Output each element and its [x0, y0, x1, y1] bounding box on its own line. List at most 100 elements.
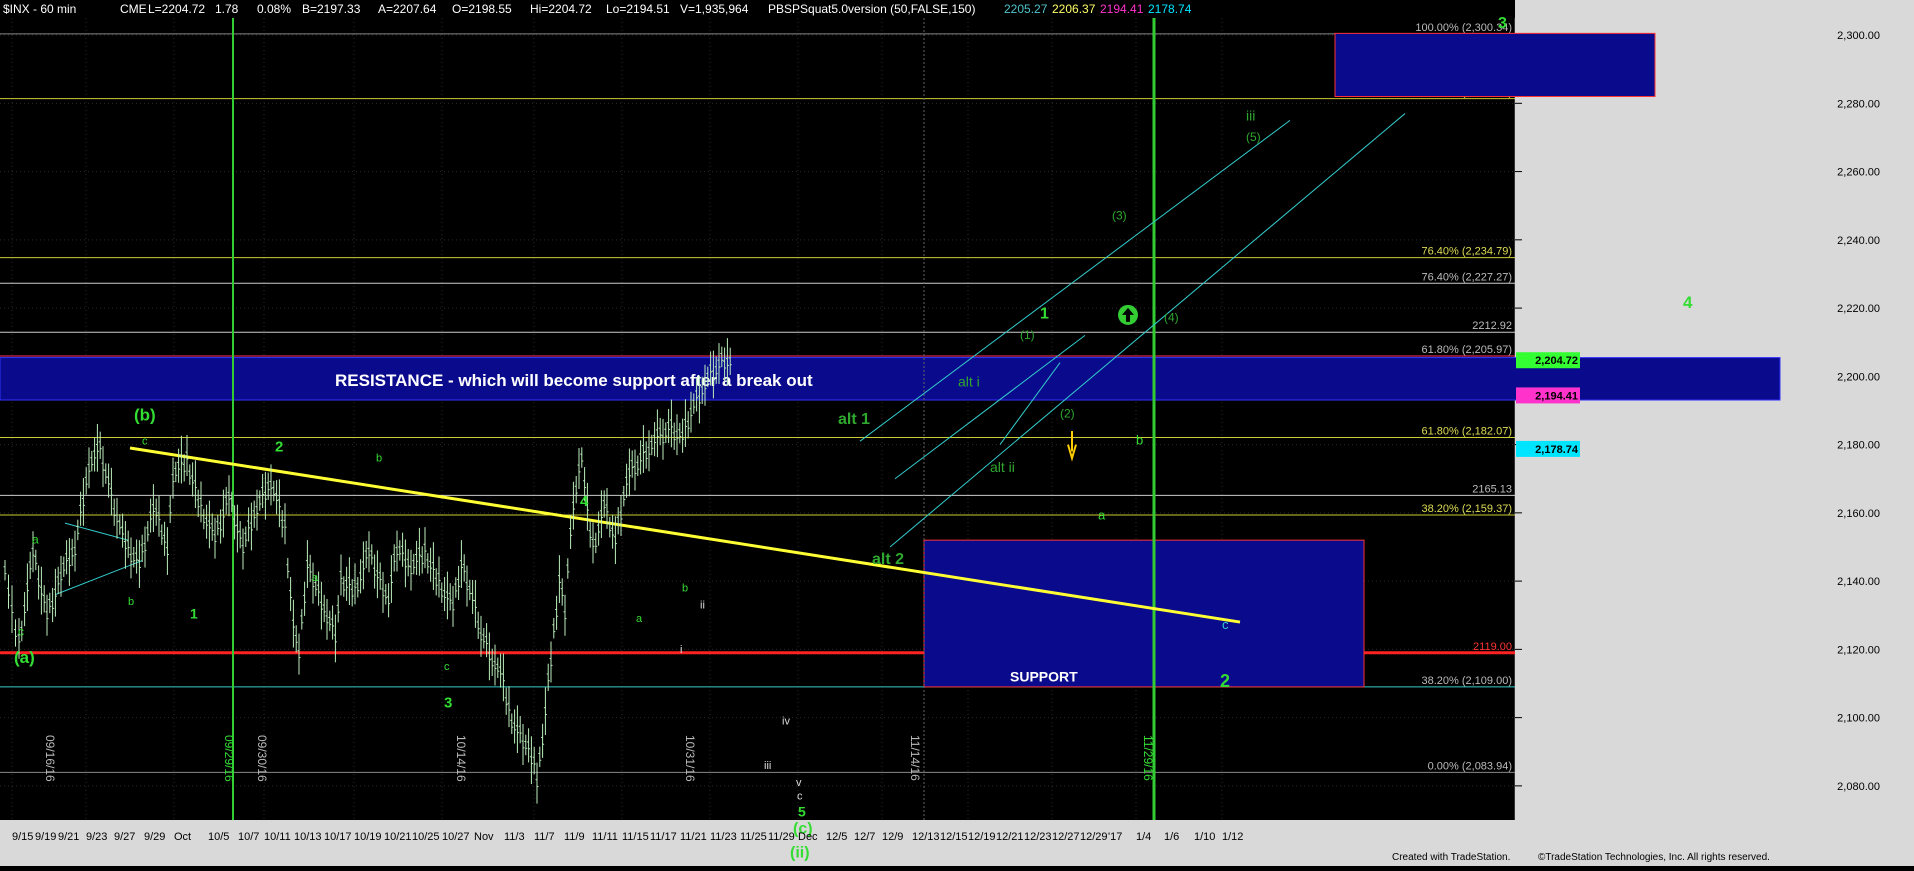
- wave-annotation: alt 2: [872, 551, 904, 568]
- level-label: 38.20% (2,109.00): [1421, 675, 1512, 687]
- x-tick-label: 11/3: [504, 831, 525, 843]
- wave-annotation: c: [142, 436, 148, 448]
- resistance-label: RESISTANCE - which will become support a…: [335, 371, 813, 390]
- header-text: CME: [120, 2, 147, 16]
- x-tick-label: 12/9: [882, 831, 903, 843]
- header-text: Lo=2194.51: [606, 2, 670, 16]
- x-tick-label: 10/21: [384, 831, 412, 843]
- level-label: 61.80% (2,205.97): [1421, 344, 1512, 356]
- wave-annotation: iv: [782, 715, 790, 727]
- x-tick-label: 9/27: [114, 831, 135, 843]
- wave-annotation: c: [797, 791, 803, 803]
- level-label: 2119.00: [1473, 641, 1512, 653]
- wave-annotation: 4: [580, 493, 589, 510]
- y-tick-label: 2,300.00: [1837, 30, 1880, 42]
- wave-annotation: 3: [444, 694, 452, 711]
- wave-annotation: 2: [1220, 671, 1230, 691]
- header-indicator-value: 2194.41: [1100, 2, 1144, 16]
- price-chart[interactable]: 2,080.00 2,100.00 2,120.00 2,140.00 2,160.00…: [0, 0, 1914, 866]
- header-text: V=1,935,964: [680, 2, 749, 16]
- x-tick-label: 1/12: [1222, 831, 1243, 843]
- wave-annotation: 1: [190, 606, 198, 622]
- x-tick-label: 11/23: [710, 831, 737, 843]
- support-label: SUPPORT: [1010, 669, 1078, 685]
- x-tick-label: 10/25: [412, 831, 440, 843]
- y-tick-label: 2,160.00: [1837, 508, 1880, 520]
- x-tick-label: 10/7: [238, 831, 259, 843]
- resistance-zone: [0, 357, 1781, 401]
- header-text: A=2207.64: [378, 2, 437, 16]
- y-tick-label: 2,180.00: [1837, 440, 1880, 452]
- header-text: PBSPSquat5.0version (50,FALSE,150): [768, 2, 975, 16]
- y-tick-label: 2,080.00: [1837, 781, 1880, 793]
- x-tick-label: Dec: [798, 831, 818, 843]
- x-tick-label: 1/6: [1164, 831, 1179, 843]
- x-tick-label: 11/29: [768, 831, 795, 843]
- down-arrow-icon: [1067, 430, 1077, 462]
- date-label: 10/31/16: [683, 735, 697, 782]
- x-tick-label: 9/19: [35, 831, 56, 843]
- wave-annotation: iii: [1246, 107, 1255, 123]
- x-tick-label: 10/13: [294, 831, 322, 843]
- x-tick-label: 11/21: [680, 831, 707, 843]
- level-label: 61.80% (2,182.07): [1421, 426, 1512, 438]
- x-tick-label: 11/11: [592, 831, 618, 843]
- wave-annotation: c: [18, 625, 24, 639]
- wave-annotation: alt i: [958, 374, 980, 390]
- x-tick-label: 12/13: [912, 831, 940, 843]
- price-tag-label: 2,204.72: [1535, 355, 1578, 367]
- x-tick-label: 11/9: [564, 831, 585, 843]
- wave-annotation: 5: [798, 804, 806, 820]
- x-tick-label: 10/11: [264, 831, 291, 843]
- level-label: 76.40% (2,227.27): [1421, 271, 1512, 283]
- x-tick-label: 11/25: [740, 831, 767, 843]
- wave-annotation: b: [682, 582, 688, 594]
- y-tick-label: 2,140.00: [1837, 576, 1880, 588]
- header-indicator-value: 2178.74: [1148, 2, 1192, 16]
- footer-credit: Created with TradeStation.: [1392, 852, 1510, 863]
- x-tick-label: 1/10: [1194, 831, 1215, 843]
- wave-annotation: (2): [1060, 406, 1075, 420]
- x-tick-label: 9/23: [86, 831, 107, 843]
- x-tick-label: 11/17: [650, 831, 677, 843]
- header-text: L=2204.72: [148, 2, 205, 16]
- y-tick-label: 2,280.00: [1837, 98, 1880, 110]
- wave-annotation: a: [312, 572, 319, 584]
- channel-line: [54, 560, 143, 596]
- level-label: 38.20% (2,159.37): [1421, 503, 1512, 515]
- wave-annotation: (a): [14, 648, 35, 667]
- x-tick-label: 12/19: [968, 831, 996, 843]
- y-tick-label: 2,200.00: [1837, 371, 1880, 383]
- wave-annotation: i: [680, 644, 682, 656]
- header-indicator-value: 2206.37: [1052, 2, 1096, 16]
- date-label: 10/14/16: [454, 735, 468, 782]
- x-tick-label: 11/7: [534, 831, 555, 843]
- x-tick-label: 9/15: [12, 831, 33, 843]
- wave-annotation: (5): [1246, 130, 1261, 144]
- date-label: 11/29/16: [1141, 735, 1155, 781]
- wave-annotation: ii: [700, 599, 705, 611]
- date-label: 09/30/16: [255, 735, 269, 782]
- price-tag-label: 2,194.41: [1535, 390, 1578, 402]
- x-tick-label: 9/29: [144, 831, 165, 843]
- header-text: Hi=2204.72: [530, 2, 592, 16]
- level-label: 2165.13: [1472, 483, 1512, 495]
- x-tick-label: 12/21: [996, 831, 1024, 843]
- y-tick-label: 2,240.00: [1837, 235, 1880, 247]
- level-label: 2212.92: [1472, 320, 1512, 332]
- wave-annotation: alt ii: [990, 459, 1015, 475]
- wave-annotation: (3): [1112, 208, 1127, 222]
- wave-annotation: (ii): [790, 845, 810, 862]
- date-label: 11/14/16: [908, 735, 922, 781]
- wave-annotation: 4: [1683, 293, 1693, 312]
- wave-annotation: 2: [275, 438, 283, 455]
- wave-annotation: a: [1098, 508, 1106, 523]
- date-label: 09/29/16: [222, 735, 236, 782]
- x-tick-label: 12/5: [826, 831, 847, 843]
- x-tick-label: 10/27: [442, 831, 470, 843]
- wave-annotation: v: [796, 777, 802, 789]
- footer-credit: ©TradeStation Technologies, Inc. All rig…: [1538, 852, 1770, 863]
- channel-line: [889, 113, 1406, 548]
- price-tag-label: 2,178.74: [1535, 444, 1579, 456]
- x-tick-label: 12/15: [940, 831, 968, 843]
